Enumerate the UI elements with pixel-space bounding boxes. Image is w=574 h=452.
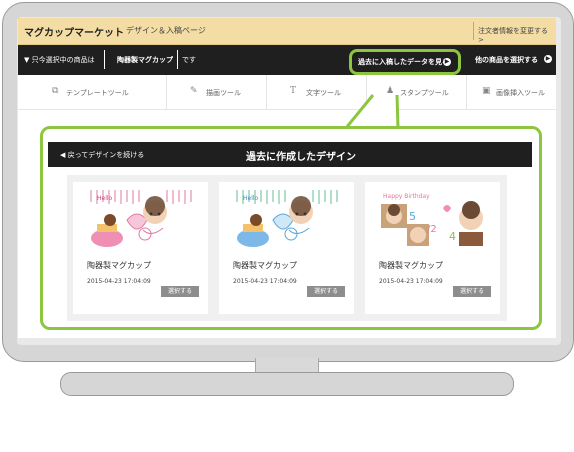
design-card[interactable]: Hello 陶器製マグカップ 2015-04-23 17:04:09 選択する — [219, 182, 354, 314]
back-to-design-label: 戻ってデザインを続ける — [67, 151, 145, 159]
past-designs-header: ◀ 戻ってデザインを続ける 過去に作成したデザイン — [48, 142, 532, 167]
design-card[interactable]: Happy Birthday 5 /2 4 陶器製マグカップ 2015-04-2… — [365, 182, 500, 314]
select-design-button[interactable]: 選択する — [307, 286, 345, 297]
designs-gallery: Hello 陶器製マグカップ 2015-04-23 17:04:09 選択する — [67, 175, 507, 321]
svg-text:4: 4 — [449, 230, 456, 243]
select-design-button[interactable]: 選択する — [161, 286, 199, 297]
svg-text:/2: /2 — [427, 224, 437, 235]
design-date: 2015-04-23 17:04:09 — [233, 278, 297, 285]
design-date: 2015-04-23 17:04:09 — [379, 278, 443, 285]
design-card[interactable]: Hello 陶器製マグカップ 2015-04-23 17:04:09 選択する — [73, 182, 208, 314]
thumb-text: Hello — [243, 195, 259, 202]
past-designs-title: 過去に作成したデザイン — [246, 152, 356, 163]
design-date: 2015-04-23 17:04:09 — [87, 278, 151, 285]
past-designs-callout: ◀ 戻ってデザインを続ける 過去に作成したデザイン Hello 陶器製マグカップ… — [40, 126, 542, 330]
design-name: 陶器製マグカップ — [87, 261, 151, 270]
select-design-button[interactable]: 選択する — [453, 286, 491, 297]
design-thumbnail: Hello — [236, 190, 338, 247]
design-thumbnail: Hello — [87, 190, 195, 247]
design-name: 陶器製マグカップ — [379, 261, 443, 270]
back-to-design-link[interactable]: ◀ 戻ってデザインを続ける — [60, 150, 144, 160]
thumb-text: Hello — [97, 195, 113, 202]
svg-text:5: 5 — [409, 210, 416, 223]
design-name: 陶器製マグカップ — [233, 261, 297, 270]
design-thumbnail: Happy Birthday 5 /2 4 — [381, 193, 483, 246]
thumb-text: Happy Birthday — [383, 193, 430, 200]
